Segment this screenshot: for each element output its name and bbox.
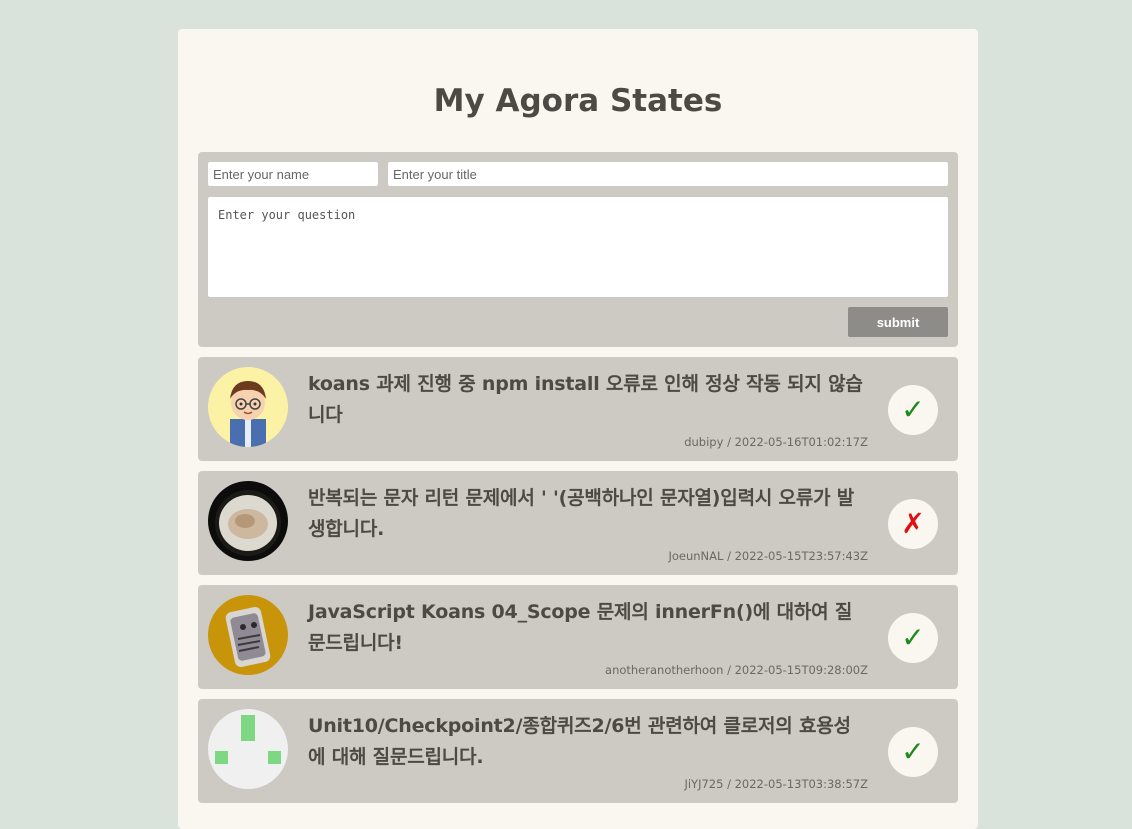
discussion-title[interactable]: Unit10/Checkpoint2/종합퀴즈2/6번 관련하여 클로저의 효용… — [308, 711, 868, 773]
avatar — [208, 595, 288, 675]
answered-check-icon: ✓ — [888, 727, 938, 777]
discussion-date: 2022-05-15T09:28:00Z — [734, 663, 868, 677]
avatar — [208, 709, 288, 789]
discussion-title[interactable]: koans 과제 진행 중 npm install 오류로 인해 정상 작동 되… — [308, 369, 868, 431]
discussion-item: 반복되는 문자 리턴 문제에서 ' '(공백하나인 문자열)입력시 오류가 발생… — [198, 471, 958, 575]
discussion-information: dubipy / 2022-05-16T01:02:17Z — [684, 435, 868, 449]
title-input[interactable] — [388, 162, 948, 186]
page-title: My Agora States — [433, 83, 723, 119]
info-separator: / — [723, 435, 735, 449]
discussion-information: anotheranotherhoon / 2022-05-15T09:28:00… — [605, 663, 868, 677]
info-separator: / — [723, 663, 735, 677]
answered-check-icon: ✓ — [888, 613, 938, 663]
discussion-author: anotheranotherhoon — [605, 663, 724, 677]
discussion-information: JiYJ725 / 2022-05-13T03:38:57Z — [684, 777, 868, 791]
avatar — [208, 481, 288, 561]
discussion-author: JoeunNAL — [668, 549, 724, 563]
discussion-item: koans 과제 진행 중 npm install 오류로 인해 정상 작동 되… — [198, 357, 958, 461]
discussion-information: JoeunNAL / 2022-05-15T23:57:43Z — [668, 549, 868, 563]
question-input[interactable] — [208, 197, 948, 297]
info-separator: / — [723, 777, 735, 791]
question-form: submit — [198, 152, 958, 347]
discussion-author: dubipy — [684, 435, 724, 449]
unanswered-cross-icon: ✗ — [888, 499, 938, 549]
discussion-item: Unit10/Checkpoint2/종합퀴즈2/6번 관련하여 클로저의 효용… — [198, 699, 958, 803]
discussion-date: 2022-05-16T01:02:17Z — [734, 435, 868, 449]
discussion-item: JavaScript Koans 04_Scope 문제의 innerFn()에… — [198, 585, 958, 689]
main-container: My Agora States submit koans 과제 진행 중 npm — [178, 29, 978, 829]
discussion-author: JiYJ725 — [684, 777, 724, 791]
info-separator: / — [723, 549, 735, 563]
discussion-title[interactable]: 반복되는 문자 리턴 문제에서 ' '(공백하나인 문자열)입력시 오류가 발생… — [308, 483, 868, 545]
name-input[interactable] — [208, 162, 378, 186]
discussion-date: 2022-05-13T03:38:57Z — [734, 777, 868, 791]
discussion-date: 2022-05-15T23:57:43Z — [734, 549, 868, 563]
submit-button[interactable]: submit — [848, 307, 948, 337]
answered-check-icon: ✓ — [888, 385, 938, 435]
discussion-title[interactable]: JavaScript Koans 04_Scope 문제의 innerFn()에… — [308, 597, 868, 659]
avatar — [208, 367, 288, 447]
